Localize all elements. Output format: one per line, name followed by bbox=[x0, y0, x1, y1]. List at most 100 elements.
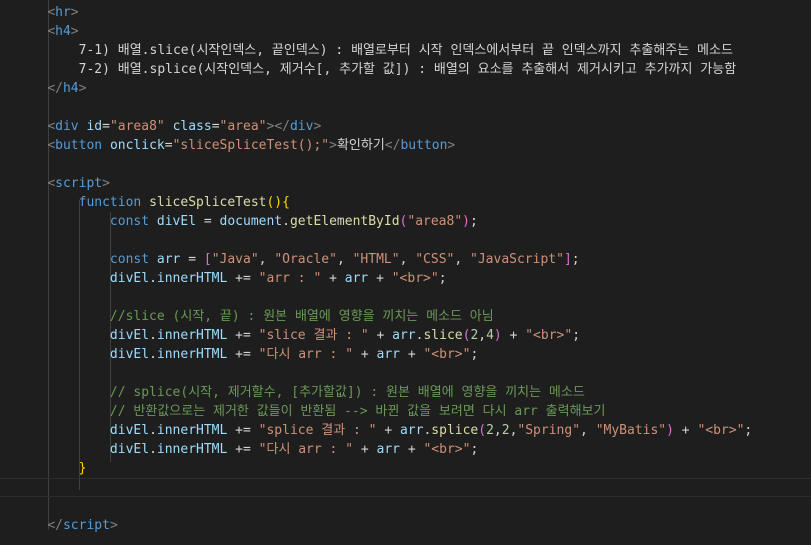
code-line[interactable]: //slice (시작, 끝) : 원본 배열에 영향을 끼치는 메소드 아님 bbox=[16, 307, 494, 326]
code-token: . bbox=[149, 271, 157, 286]
code-line[interactable]: <h4> bbox=[16, 22, 78, 41]
code-token: < bbox=[47, 5, 56, 20]
code-token: , bbox=[493, 423, 502, 438]
code-token: "<br>" bbox=[423, 347, 471, 362]
code-token: ( bbox=[478, 423, 487, 438]
code-line[interactable]: divEl.innerHTML += "다시 arr : " + arr + "… bbox=[16, 440, 478, 459]
code-token: "<br>" bbox=[697, 423, 745, 438]
code-token: h4 bbox=[55, 24, 71, 39]
code-line[interactable]: <button onclick="sliceSpliceTest();">확인하… bbox=[16, 136, 455, 155]
code-token: function bbox=[78, 195, 142, 210]
code-token: < bbox=[47, 24, 56, 39]
code-token: = bbox=[196, 214, 220, 229]
code-line[interactable]: function sliceSpliceTest(){ bbox=[16, 193, 290, 212]
code-token: . bbox=[149, 347, 157, 362]
code-line[interactable]: divEl.innerHTML += "다시 arr : " + arr + "… bbox=[16, 345, 478, 364]
code-line[interactable]: <script> bbox=[16, 174, 110, 193]
code-line[interactable]: divEl.innerHTML += "slice 결과 : " + arr.s… bbox=[16, 326, 580, 345]
code-line[interactable]: const divEl = document.getElementById("a… bbox=[16, 212, 478, 231]
code-line[interactable]: <hr> bbox=[16, 3, 79, 22]
code-token: < bbox=[47, 119, 56, 134]
code-token: </ bbox=[47, 518, 63, 533]
code-token: "<br>" bbox=[525, 328, 573, 343]
code-token: class bbox=[172, 119, 212, 134]
code-editor[interactable]: <hr> <h4> 7-1) 배열.slice(시작인덱스, 끝인덱스) : 배… bbox=[0, 0, 811, 545]
code-line[interactable]: } bbox=[16, 459, 87, 478]
code-token: += bbox=[227, 271, 259, 286]
code-token: "<br>" bbox=[391, 271, 439, 286]
code-token: arr bbox=[392, 328, 416, 343]
code-token: . bbox=[149, 423, 157, 438]
code-token: + bbox=[501, 328, 526, 343]
code-token: = bbox=[211, 119, 220, 134]
code-token: > bbox=[70, 5, 79, 20]
code-token: arr bbox=[399, 423, 424, 438]
code-token: [ bbox=[203, 252, 212, 267]
code-token: // 반환값으로는 제거한 값들이 반환됨 --> 바뀐 값을 보려면 다시 a… bbox=[109, 404, 606, 419]
code-token: "CSS" bbox=[415, 252, 455, 267]
code-token: divEl bbox=[109, 423, 150, 438]
code-token: + bbox=[376, 423, 400, 438]
code-line[interactable]: 7-1) 배열.slice(시작인덱스, 끝인덱스) : 배열로부터 시작 인덱… bbox=[16, 41, 733, 60]
code-token: ; bbox=[470, 214, 478, 229]
code-line[interactable]: divEl.innerHTML += "splice 결과 : " + arr.… bbox=[16, 421, 752, 440]
code-token: innerHTML bbox=[156, 328, 228, 343]
code-token: id bbox=[86, 119, 103, 134]
code-token: arr bbox=[344, 271, 369, 286]
code-token: sliceSpliceTest bbox=[149, 195, 267, 210]
code-token: 2 bbox=[486, 423, 494, 438]
code-token: } bbox=[78, 461, 87, 476]
code-line[interactable]: </script> bbox=[16, 516, 117, 535]
code-token: += bbox=[227, 442, 259, 457]
code-token: "arr : " bbox=[258, 271, 322, 286]
code-token: "MyBatis" bbox=[595, 423, 667, 438]
code-token: > bbox=[313, 119, 322, 134]
code-token: , bbox=[580, 423, 596, 438]
code-token: ; bbox=[470, 442, 479, 457]
code-token: 확인하기 bbox=[336, 138, 385, 153]
code-token: </ bbox=[384, 138, 401, 153]
code-token: "HTML" bbox=[352, 252, 400, 267]
code-line[interactable]: </h4> bbox=[16, 79, 86, 98]
code-token: onclick bbox=[109, 138, 165, 153]
code-token: "Oracle" bbox=[274, 252, 337, 267]
code-token: , bbox=[454, 252, 471, 267]
code-token: += bbox=[227, 347, 259, 362]
code-line[interactable]: const arr = ["Java", "Oracle", "HTML", "… bbox=[16, 250, 580, 269]
code-token: arr bbox=[376, 442, 400, 457]
code-token: ; bbox=[744, 423, 753, 438]
code-token: "Spring" bbox=[517, 423, 581, 438]
code-token: , bbox=[478, 328, 487, 343]
code-token: ) bbox=[666, 423, 674, 438]
code-token: ; bbox=[470, 347, 479, 362]
code-token: divEl bbox=[109, 347, 150, 362]
code-token: + bbox=[368, 271, 392, 286]
code-line[interactable]: // 반환값으로는 제거한 값들이 반환됨 --> 바뀐 값을 보려면 다시 a… bbox=[16, 402, 606, 421]
code-line[interactable]: <div id="area8" class="area"></div> bbox=[16, 117, 321, 136]
code-line[interactable]: divEl.innerHTML += "arr : " + arr + "<br… bbox=[16, 269, 447, 288]
code-line[interactable]: // splice(시작, 제거할수, [추가할값]) : 원본 배열에 영향을… bbox=[16, 383, 585, 402]
code-token: > bbox=[78, 81, 87, 96]
code-token: "splice 결과 : " bbox=[258, 423, 377, 438]
code-token: "area" bbox=[219, 119, 267, 134]
code-token: divEl bbox=[109, 328, 150, 343]
code-token: button bbox=[400, 138, 448, 153]
code-line[interactable]: 7-2) 배열.splice(시작인덱스, 제거수[, 추가할 값]) : 배열… bbox=[16, 60, 737, 79]
